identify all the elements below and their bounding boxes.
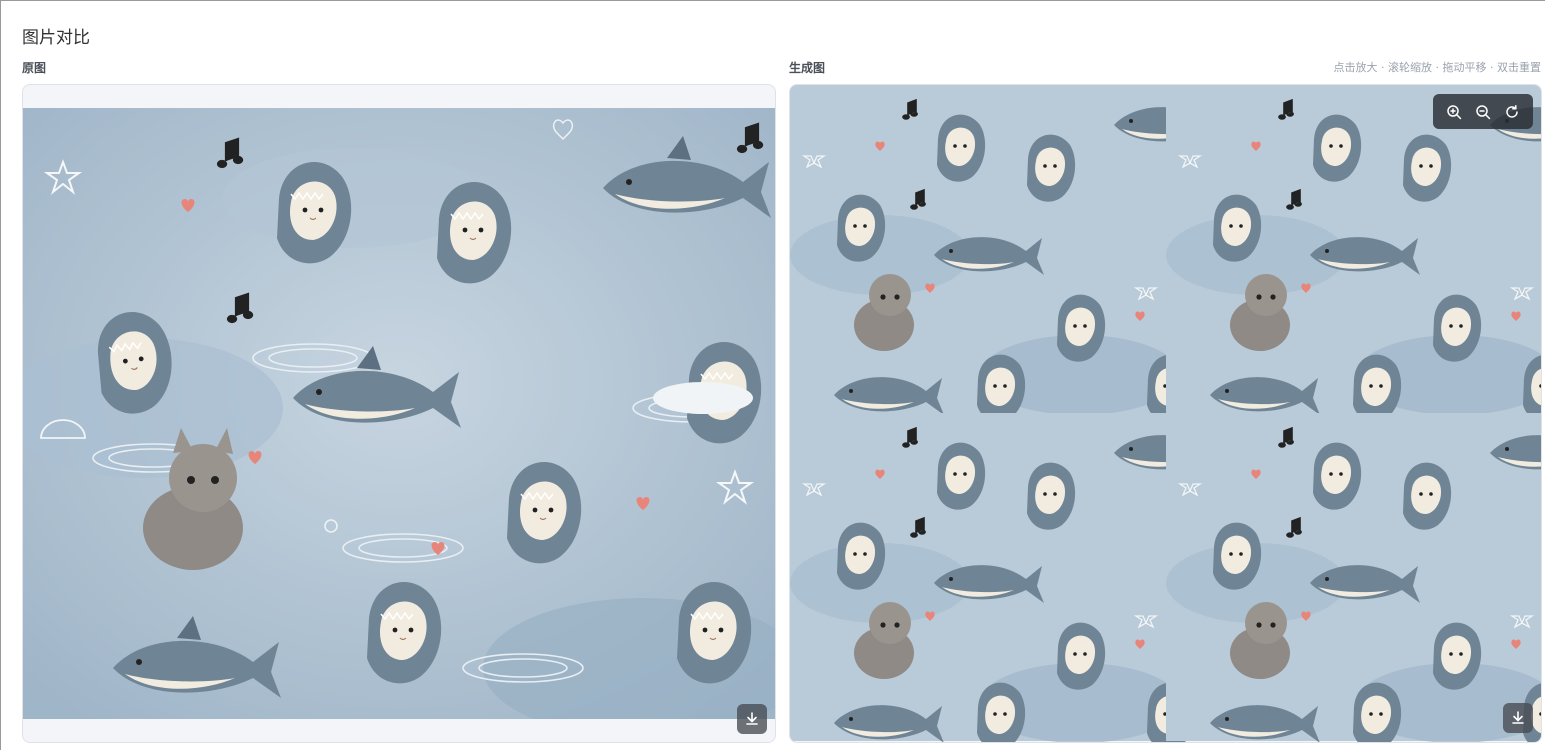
page-title: 图片对比 — [22, 28, 90, 48]
page-frame: 图片对比 原图 生成图 点击放大 · 滚轮缩放 · 拖动平移 · 双击重置 — [0, 0, 1545, 750]
interaction-hint: 点击放大 · 滚轮缩放 · 拖动平移 · 双击重置 — [1333, 61, 1541, 74]
generated-image[interactable] — [790, 85, 1541, 742]
original-image-panel[interactable] — [22, 84, 776, 743]
zoom-toolbar — [1433, 94, 1533, 129]
original-illustration — [23, 108, 775, 719]
download-icon — [746, 712, 758, 725]
reset-icon — [1506, 104, 1519, 118]
generated-image-label: 生成图 — [789, 61, 826, 75]
reset-zoom-button[interactable] — [1500, 100, 1524, 124]
original-image-label: 原图 — [22, 61, 47, 75]
generated-image-panel[interactable] — [789, 84, 1542, 743]
download-original-button[interactable] — [737, 704, 767, 734]
download-generated-button[interactable] — [1503, 703, 1533, 733]
zoom-out-button[interactable] — [1471, 100, 1495, 124]
download-icon — [1512, 711, 1524, 724]
zoom-in-button[interactable] — [1442, 100, 1466, 124]
generated-illustration — [790, 85, 1541, 742]
zoom-out-icon — [1476, 104, 1491, 119]
zoom-in-icon — [1446, 104, 1461, 119]
original-image[interactable] — [23, 108, 775, 719]
